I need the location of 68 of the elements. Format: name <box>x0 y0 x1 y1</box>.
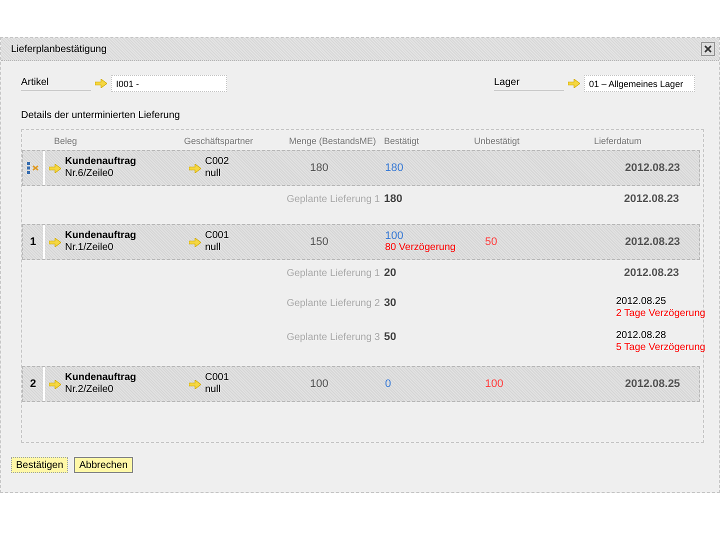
confirmed-quantity: 100 <box>385 230 404 242</box>
partner-name: null <box>205 384 222 396</box>
quantity: 150 <box>309 236 330 248</box>
delivery-date: 2012.08.23 <box>624 236 682 248</box>
field-label: Artikel <box>21 76 91 90</box>
column-header: Geschäftspartner <box>184 136 254 146</box>
planned-quantity: 50 <box>384 331 398 343</box>
arrow-icon[interactable] <box>49 380 61 388</box>
close-icon <box>704 45 712 53</box>
partner-name: null <box>205 168 222 180</box>
arrow-icon[interactable] <box>189 164 201 172</box>
row-number: 1 <box>23 225 45 259</box>
planned-quantity: 180 <box>384 193 404 205</box>
column-header: Menge (BestandsME) <box>289 136 378 146</box>
arrow-icon[interactable] <box>49 238 61 246</box>
delay-note: 5 Tage Verzögerung <box>616 342 704 354</box>
planned-delivery-label: Geplante Lieferung 3 <box>286 332 381 342</box>
quantity: 100 <box>309 378 330 390</box>
confirmed-quantity: 180 <box>385 162 404 174</box>
delivery-date: 2012.08.23 <box>623 193 680 205</box>
arrow-icon[interactable] <box>189 238 201 246</box>
input-field[interactable]: 01 – Allgemeines Lager <box>584 75 695 92</box>
delivery-date: 2012.08.25 <box>616 296 668 308</box>
document-number: Nr.2/Zeile0 <box>65 384 114 396</box>
column-header: Lieferdatum <box>594 136 643 146</box>
window-title: Lieferplanbestätigung <box>11 44 107 54</box>
unconfirmed-quantity: 50 <box>484 236 498 248</box>
planned-delivery-label: Geplante Lieferung 2 <box>286 298 381 308</box>
partner-name: null <box>205 242 222 254</box>
arrow-icon[interactable] <box>49 164 61 172</box>
confirmed-quantity: 0 <box>385 378 392 390</box>
quantity: 180 <box>309 162 330 174</box>
delivery-date: 2012.08.25 <box>624 378 682 390</box>
tree-icon[interactable] <box>27 162 39 174</box>
planned-delivery-label: Geplante Lieferung 1 <box>286 194 381 204</box>
order-row[interactable]: 1 Kundenauftrag Nr.1/Zeile0 C001 null 150 100 80 Verzögerung 50 2012.08.23 <box>22 224 700 260</box>
arrow-icon[interactable] <box>95 79 107 88</box>
delay-note: 80 Verzögerung <box>385 242 457 254</box>
arrow-icon[interactable] <box>568 79 580 88</box>
field-label: Lager <box>494 76 564 90</box>
order-row[interactable]: 2 Kundenauftrag Nr.2/Zeile0 C001 null 100 0 100 2012.08.25 <box>22 366 700 402</box>
section-title: Details der unterminierten Lieferung <box>21 110 181 121</box>
delivery-date: 2012.08.23 <box>624 162 682 174</box>
arrow-icon[interactable] <box>189 380 201 388</box>
unconfirmed-quantity: 100 <box>484 378 504 390</box>
document-number: Nr.1/Zeile0 <box>65 242 114 254</box>
partner-code: C001 <box>205 372 229 384</box>
delivery-date: 2012.08.23 <box>623 267 680 279</box>
delivery-date: 2012.08.28 <box>616 330 668 342</box>
close-button[interactable] <box>701 42 715 56</box>
document-type: Kundenauftrag <box>65 230 136 242</box>
input-field[interactable]: I001 - <box>111 75 227 92</box>
planned-delivery-label: Geplante Lieferung 1 <box>286 268 381 278</box>
column-header: Beleg <box>53 136 78 146</box>
column-header: Bestätigt <box>384 136 420 146</box>
order-row[interactable]: Kundenauftrag Nr.6/Zeile0 C002 null 180 180 2012.08.23 <box>22 150 700 186</box>
dialog-button[interactable]: Bestätigen <box>11 457 68 473</box>
dialog-button[interactable]: Abbrechen <box>74 457 133 473</box>
row-number: 2 <box>23 367 45 401</box>
document-number: Nr.6/Zeile0 <box>65 168 114 180</box>
partner-code: C001 <box>205 230 229 242</box>
planned-quantity: 30 <box>384 297 398 309</box>
partner-code: C002 <box>205 156 229 168</box>
planned-quantity: 20 <box>384 267 398 279</box>
document-type: Kundenauftrag <box>65 156 136 168</box>
delay-note: 2 Tage Verzögerung <box>616 308 704 320</box>
column-header: Unbestätigt <box>474 136 521 146</box>
document-type: Kundenauftrag <box>65 372 136 384</box>
